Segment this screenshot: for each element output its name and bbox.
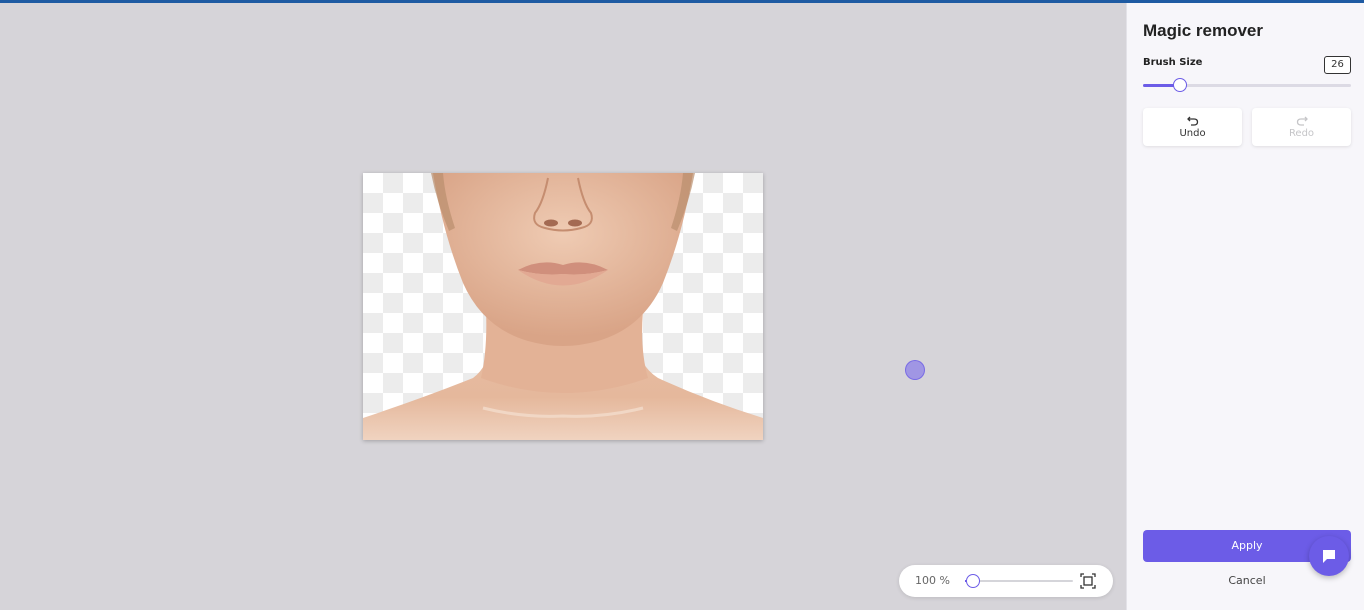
undo-button[interactable]: Undo — [1143, 108, 1242, 146]
chat-support-button[interactable] — [1309, 536, 1349, 576]
zoom-slider[interactable] — [965, 574, 1073, 588]
zoom-control: 100 % — [899, 565, 1113, 597]
fit-to-screen-icon — [1080, 573, 1096, 589]
redo-button[interactable]: Redo — [1252, 108, 1351, 146]
brush-size-label: Brush Size — [1143, 57, 1203, 68]
brush-size-slider-thumb[interactable] — [1173, 78, 1188, 92]
zoom-slider-thumb[interactable] — [965, 574, 980, 588]
brush-cursor — [905, 360, 925, 380]
fit-to-screen-button[interactable] — [1080, 573, 1096, 589]
portrait-image — [363, 173, 763, 440]
undo-icon — [1186, 116, 1198, 126]
brush-size-slider[interactable] — [1143, 78, 1351, 92]
panel-title: Magic remover — [1143, 21, 1263, 40]
magic-remover-panel: Magic remover Brush Size 26 Undo Redo Ap… — [1126, 3, 1364, 610]
redo-icon — [1296, 116, 1308, 126]
undo-label: Undo — [1179, 128, 1206, 139]
cancel-button[interactable]: Cancel — [1143, 574, 1351, 587]
chat-icon — [1323, 550, 1335, 563]
redo-label: Redo — [1288, 128, 1315, 139]
image-canvas[interactable] — [363, 173, 763, 440]
zoom-level-label: 100 % — [915, 574, 950, 587]
brush-size-value[interactable]: 26 — [1324, 56, 1351, 74]
